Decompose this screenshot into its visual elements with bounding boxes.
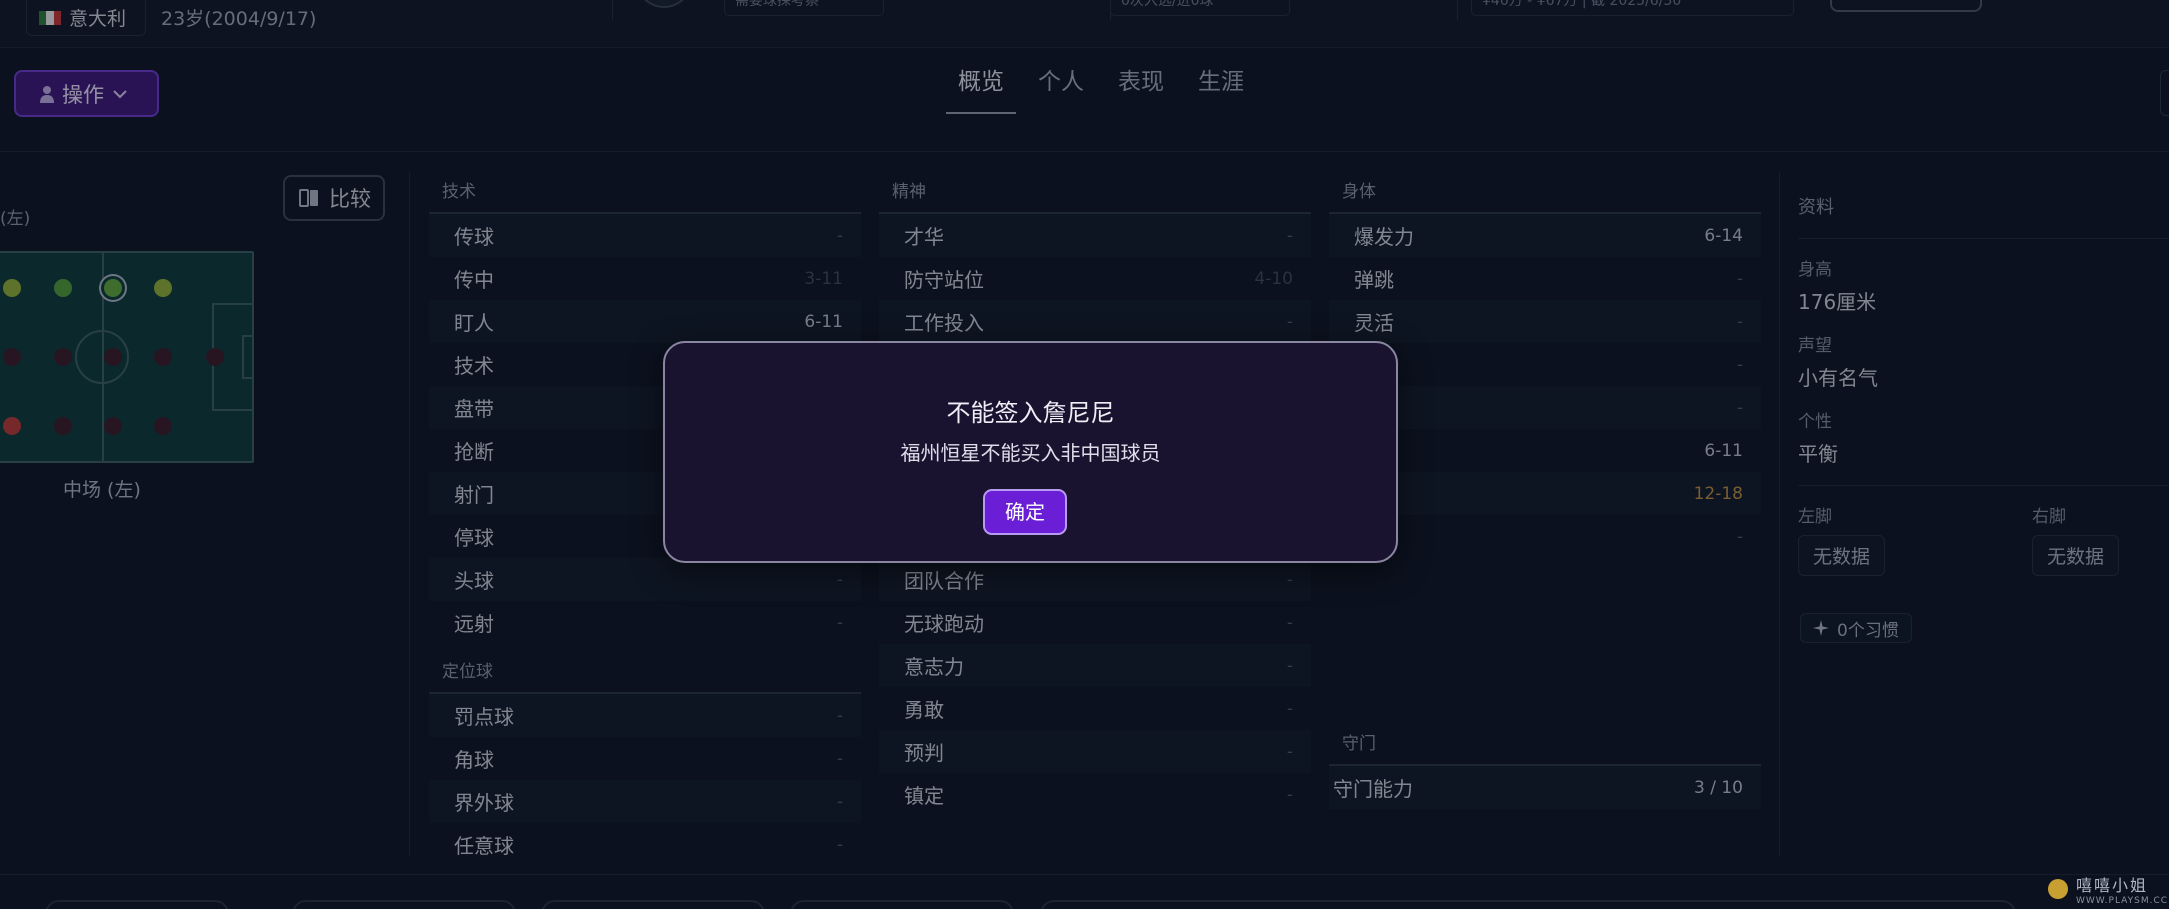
watermark-name: 嘻嘻小姐	[2076, 876, 2149, 895]
dialog-message: 福州恒星不能买入非中国球员	[900, 441, 1161, 465]
confirm-button[interactable]: 确定	[983, 489, 1067, 535]
dialog-title: 不能签入詹尼尼	[946, 399, 1115, 427]
watermark: 嘻嘻小姐 WWW.PLAYSM.CC	[2048, 872, 2168, 906]
sign-error-dialog: 不能签入詹尼尼 福州恒星不能买入非中国球员 确定	[663, 341, 1398, 563]
watermark-site: WWW.PLAYSM.CC	[2076, 896, 2169, 906]
watermark-text-block: 嘻嘻小姐 WWW.PLAYSM.CC	[2076, 872, 2168, 906]
watermark-logo-icon	[2048, 879, 2068, 899]
